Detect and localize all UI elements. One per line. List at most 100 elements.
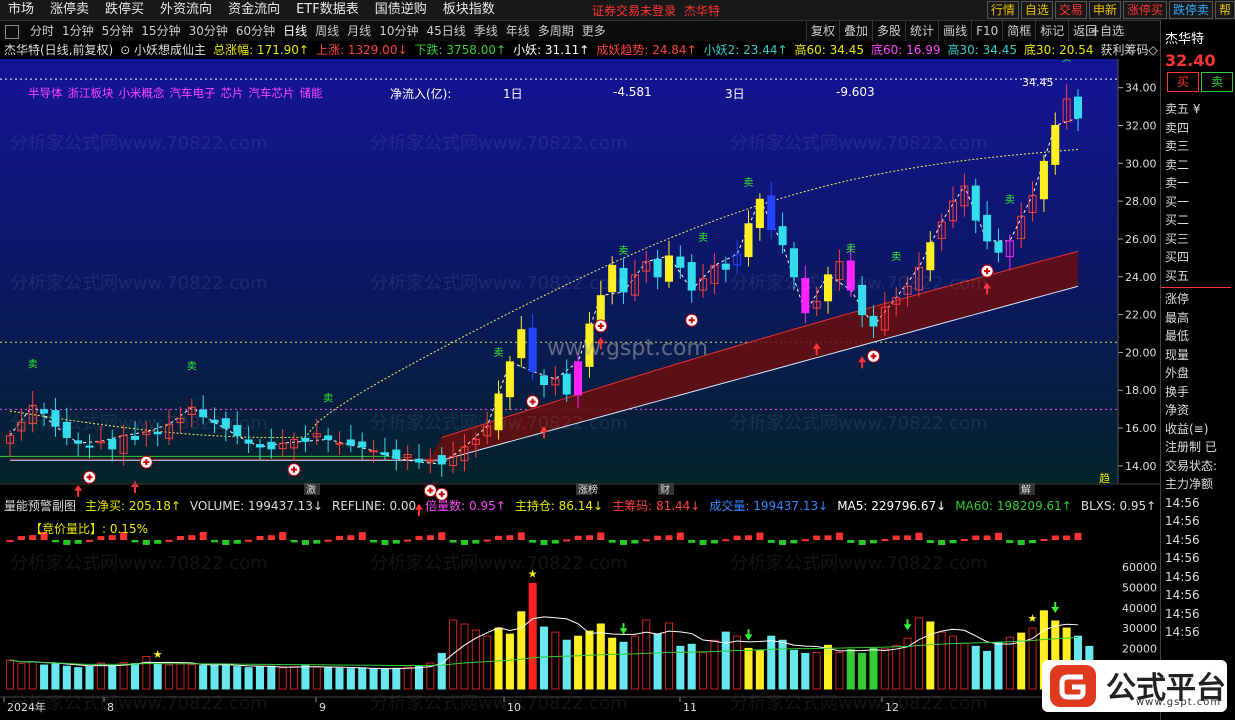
sector-tag[interactable]: 半导体 — [28, 86, 63, 100]
period-tab[interactable]: 45日线 — [422, 21, 469, 41]
auction-bar — [1040, 538, 1048, 541]
quick-tag[interactable]: 交易 — [1054, 1, 1087, 19]
menu-item[interactable]: 涨停卖 — [42, 0, 97, 20]
event-tag[interactable]: 财 — [660, 483, 670, 496]
auction-bar — [881, 539, 889, 542]
period-tab[interactable]: 月线 — [343, 21, 375, 41]
tool-button[interactable]: 简框 — [1002, 21, 1035, 41]
volume-bar — [108, 665, 117, 690]
tool-button[interactable]: 画线 — [938, 21, 971, 41]
volume-bar — [596, 623, 605, 690]
orderbook-row[interactable]: 卖二 — [1161, 156, 1235, 175]
volume-bar — [96, 662, 105, 690]
sector-tag[interactable]: 芯片 — [221, 86, 244, 100]
candle — [562, 373, 571, 395]
auction-bar — [267, 535, 275, 540]
volume-bar — [983, 650, 992, 690]
menu-item[interactable]: 外资流向 — [152, 0, 220, 20]
subchart-value: VOLUME: 199437.13↓ — [189, 499, 323, 513]
tool-button[interactable]: 叠加 — [839, 21, 872, 41]
subchart-value: 主净买: 205.18↑ — [85, 499, 181, 513]
volume-bar — [505, 633, 514, 690]
period-tab[interactable]: 60分钟 — [232, 21, 279, 41]
period-tab[interactable]: 1分钟 — [58, 21, 98, 41]
auction-bar — [1063, 535, 1071, 540]
quick-tag[interactable]: 帮 — [1214, 1, 1235, 19]
sector-tag[interactable]: 储能 — [300, 86, 323, 100]
price-tick-label: 30.00 — [1125, 157, 1157, 170]
quick-tag[interactable]: 申新 — [1088, 1, 1121, 19]
indicator-value: 高30: 34.45 — [947, 43, 1017, 57]
period-tab[interactable]: 多周期 — [534, 21, 578, 41]
period-tab[interactable]: 分时 — [26, 21, 58, 41]
price-tick-label: 16.00 — [1125, 422, 1157, 435]
menu-item[interactable]: 板块指数 — [435, 0, 503, 20]
auction-bar — [688, 540, 696, 543]
watermark-tile: 分析家公式网www.70822.com — [370, 693, 628, 714]
orderbook-row[interactable]: 买一 — [1161, 193, 1235, 212]
volume-bar — [5, 659, 15, 690]
auction-bar — [86, 539, 94, 542]
tool-button[interactable]: 标记 — [1035, 21, 1068, 41]
menu-item[interactable]: 资金流向 — [220, 0, 288, 20]
period-tab[interactable]: 周线 — [311, 21, 343, 41]
stock-chart[interactable]: 卖卖卖卖卖卖卖卖卖卖卖 ★★★ 34.0032.0030.0028.0026.0… — [0, 59, 1160, 719]
orderbook-row[interactable]: 买四 — [1161, 248, 1235, 267]
tool-button[interactable]: F10 — [971, 21, 1002, 41]
period-tab[interactable]: 季线 — [470, 21, 502, 41]
sector-tag[interactable]: 小米概念 — [119, 86, 165, 100]
period-tab[interactable]: 日线 — [279, 21, 312, 42]
event-tag[interactable]: 解 — [1021, 483, 1031, 496]
quick-tag[interactable]: 跌停卖 — [1168, 1, 1213, 19]
event-tag[interactable]: 涨榜 — [578, 483, 598, 496]
auction-bar — [779, 540, 787, 545]
down-arrow-icon — [744, 629, 753, 641]
candle — [539, 375, 549, 386]
tool-button[interactable]: 复权 — [806, 21, 839, 41]
orderbook-row[interactable]: 卖一 — [1161, 174, 1235, 193]
orderbook-row[interactable]: 买三 — [1161, 230, 1235, 249]
volume-tick-label: 20000 — [1122, 642, 1157, 655]
period-tab[interactable]: 更多 — [578, 21, 610, 41]
buy-button[interactable]: 买 — [1167, 72, 1199, 92]
indicator-value: 成妖趋势: 24.84↑ — [596, 43, 697, 57]
quick-tag[interactable]: 自选 — [1020, 1, 1053, 19]
sell-button[interactable]: 卖 — [1201, 72, 1233, 92]
period-tab[interactable]: 30分钟 — [185, 21, 232, 41]
quick-tag[interactable]: 行情 — [986, 1, 1019, 19]
volume-bar — [28, 661, 37, 690]
volume-bar — [74, 667, 83, 690]
sector-tag[interactable]: 浙江板块 — [68, 86, 114, 100]
orderbook-row[interactable]: 买二 — [1161, 211, 1235, 230]
top-stock-name: 杰华特 — [684, 4, 721, 18]
period-tab[interactable]: 年线 — [502, 21, 534, 41]
volume-bar — [914, 617, 923, 690]
period-tab[interactable]: 15分钟 — [137, 21, 184, 41]
volume-bar — [403, 666, 412, 690]
auction-bar — [142, 540, 150, 545]
auction-bar — [1017, 540, 1025, 545]
menu-item[interactable]: 国债逆购 — [367, 0, 435, 20]
sector-tag[interactable]: 汽车电子 — [170, 86, 216, 100]
add-favorite-button[interactable]: +自选 — [1090, 21, 1124, 41]
menu-item[interactable]: ETF数据表 — [288, 0, 367, 20]
period-tab[interactable]: 10分钟 — [375, 21, 422, 41]
quick-tag[interactable]: 涨停买 — [1122, 1, 1167, 19]
menu-item[interactable]: 跌停买 — [97, 0, 152, 20]
period-icon[interactable] — [5, 25, 19, 39]
auction-bar — [392, 540, 400, 544]
tool-button[interactable]: 多股 — [872, 21, 905, 41]
orderbook-row[interactable]: 卖三 — [1161, 137, 1235, 156]
tool-button[interactable]: 统计 — [905, 21, 938, 41]
volume-bar — [710, 639, 719, 690]
orderbook-row[interactable]: 卖四 — [1161, 119, 1235, 138]
auction-bar — [574, 535, 582, 540]
price-tick-label: 34.00 — [1125, 82, 1157, 95]
orderbook-row[interactable]: 卖五 ¥ — [1161, 100, 1235, 119]
volume-bar — [960, 642, 969, 690]
orderbook-row[interactable]: 买五 — [1161, 267, 1235, 286]
period-tab[interactable]: 5分钟 — [98, 21, 138, 41]
event-tag[interactable]: 激 — [306, 483, 316, 496]
menu-item[interactable]: 市场 — [0, 0, 42, 20]
sector-tag[interactable]: 汽车芯片 — [249, 86, 295, 100]
